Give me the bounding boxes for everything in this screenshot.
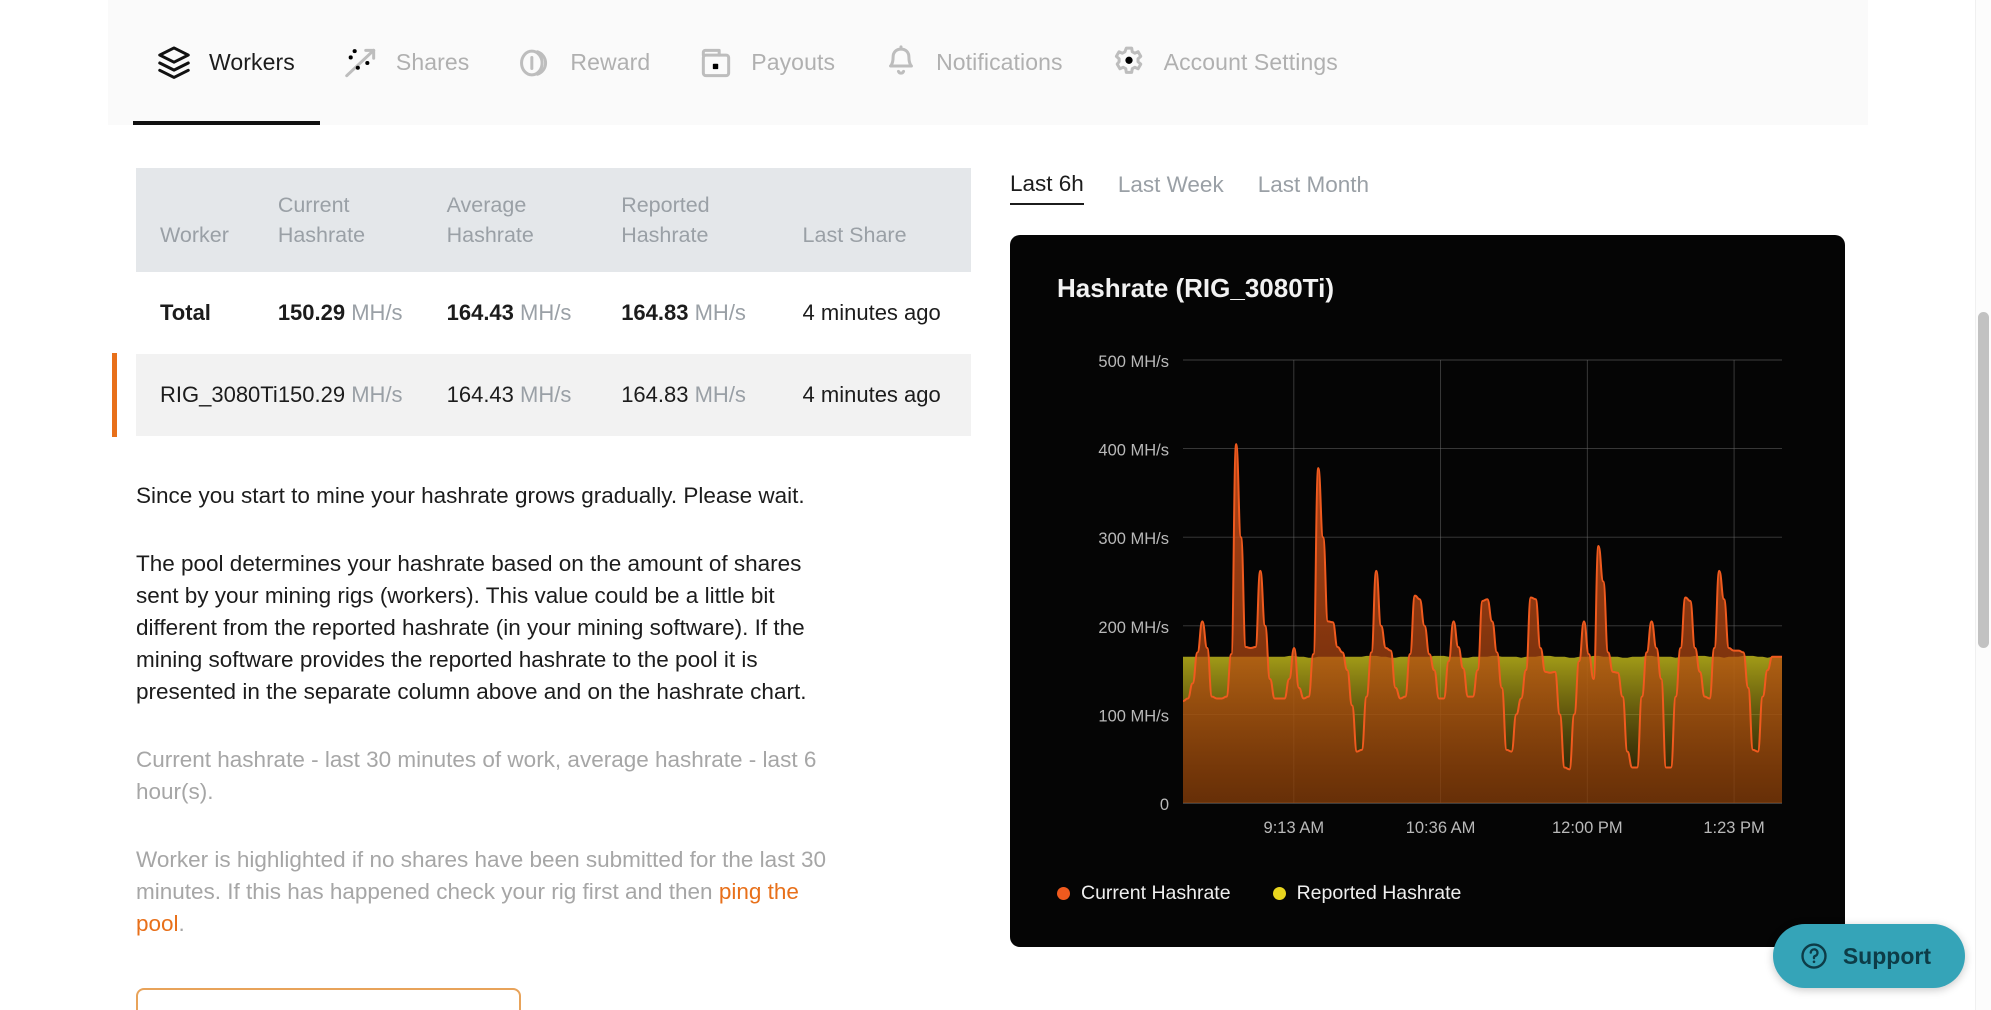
highlight-rule-text-after: .: [178, 911, 185, 936]
range-tab-last-month[interactable]: Last Month: [1258, 172, 1369, 204]
workers-panel: Worker Current Hashrate Average Hashrate…: [112, 168, 971, 940]
coins-icon: [516, 44, 554, 82]
info-paragraph-highlight-rule: Worker is highlighted if no shares have …: [136, 844, 826, 940]
shares-scatter-icon: [342, 44, 380, 82]
nav-tab-notifications[interactable]: Notifications: [860, 0, 1088, 125]
cell-current-hashrate: 150.29 MH/s: [278, 354, 447, 436]
y-axis-tick-label: 400 MH/s: [1098, 442, 1169, 460]
cell-worker-name: RIG_3080Ti: [112, 353, 278, 437]
nav-tab-label: Account Settings: [1163, 49, 1338, 75]
question-circle-icon: [1799, 941, 1829, 971]
column-header-worker: Worker: [160, 223, 229, 247]
chart-panel: Last 6h Last Week Last Month Hashrate (R…: [1010, 168, 1845, 947]
workers-table: Worker Current Hashrate Average Hashrate…: [112, 168, 971, 437]
value: 164.43: [446, 300, 514, 325]
legend-dot-icon: [1272, 887, 1286, 900]
range-tab-last-week[interactable]: Last Week: [1118, 172, 1224, 204]
page-scrollbar-track[interactable]: [1975, 0, 1991, 1010]
nav-tab-workers[interactable]: Workers: [133, 0, 320, 125]
gear-icon: [1110, 44, 1148, 82]
workers-table-header: Worker Current Hashrate Average Hashrate…: [136, 168, 971, 272]
column-header-reported-hashrate: Reported Hashrate: [621, 193, 710, 247]
unit-label: MH/s: [351, 300, 403, 325]
legend-label: Reported Hashrate: [1296, 882, 1462, 904]
nav-tab-label: Workers: [209, 49, 295, 75]
unit-label: MH/s: [694, 382, 746, 407]
y-axis-tick-label: 500 MH/s: [1098, 353, 1169, 371]
y-axis-tick-label: 100 MH/s: [1098, 707, 1169, 725]
unit-label: MH/s: [520, 382, 572, 407]
nav-tab-shares[interactable]: Shares: [320, 0, 494, 125]
wallet-icon: [697, 44, 735, 82]
cell-last-share: 4 minutes ago: [802, 382, 941, 407]
layers-icon: [155, 44, 193, 82]
nav-tab-label: Reward: [570, 49, 651, 75]
unit-label: MH/s: [694, 300, 746, 325]
value: 150.29: [277, 382, 346, 407]
nav-tab-payouts[interactable]: Payouts: [675, 0, 860, 125]
cell-average-hashrate: 164.43 MH/s: [447, 354, 622, 436]
value: 150.29: [277, 300, 346, 325]
hashrate-area-chart[interactable]: 0 100 MH/s 200 MH/s 300 MH/s 400 MH/s 500 MH/…: [1010, 235, 1845, 947]
table-header-row: Worker Current Hashrate Average Hashrate…: [136, 168, 971, 272]
cell-current-hashrate: 150.29 MH/s: [278, 272, 447, 354]
y-axis-tick-label: 200 MH/s: [1098, 619, 1169, 637]
info-paragraph-hashrate-window: Current hashrate - last 30 minutes of wo…: [136, 747, 817, 804]
table-row-worker[interactable]: RIG_3080Ti 150.29 MH/s 164.43 MH/s 164.8…: [112, 353, 971, 437]
chart-range-tabs: Last 6h Last Week Last Month: [1010, 168, 1845, 208]
nav-tab-account-settings[interactable]: Account Settings: [1088, 0, 1363, 125]
column-header-current-hashrate: Current Hashrate: [277, 193, 366, 247]
range-tab-last-6h[interactable]: Last 6h: [1010, 171, 1084, 205]
table-row-total[interactable]: Total 150.29 MH/s 164.43 MH/s 164.83 MH/…: [136, 272, 971, 354]
legend-dot-icon: [1057, 887, 1070, 900]
x-axis-tick-label: 9:13 AM: [1264, 819, 1325, 837]
value: 164.83: [621, 300, 689, 325]
workers-table-body: Total 150.29 MH/s 164.43 MH/s 164.83 MH/…: [112, 272, 971, 437]
y-axis-tick-label: 300 MH/s: [1098, 530, 1169, 548]
cell-reported-hashrate: 164.83 MH/s: [621, 272, 802, 354]
nav-tab-label: Shares: [395, 49, 470, 75]
x-axis-tick-label: 1:23 PM: [1703, 819, 1764, 837]
support-button-label: Support: [1842, 942, 1931, 969]
info-paragraph-pool-determines: The pool determines your hashrate based …: [136, 551, 807, 704]
nav-tab-label: Notifications: [936, 49, 1063, 75]
cell-last-share: 4 minutes ago: [802, 300, 941, 325]
support-button[interactable]: Support: [1772, 924, 1965, 988]
legend-item-current-hashrate: Current Hashrate: [1057, 882, 1231, 905]
column-header-last-share: Last Share: [802, 223, 907, 247]
cell-reported-hashrate: 164.83 MH/s: [621, 354, 802, 436]
main-navigation: Workers Shares Reward Payouts Notificati…: [108, 0, 1868, 125]
unit-label: MH/s: [351, 382, 403, 407]
cell-average-hashrate: 164.43 MH/s: [447, 272, 622, 354]
value: 164.83: [621, 382, 689, 407]
page-scrollbar-thumb[interactable]: [1978, 312, 1989, 648]
value: 164.43: [446, 382, 514, 407]
legend-item-reported-hashrate: Reported Hashrate: [1272, 882, 1462, 905]
nav-tab-label: Payouts: [751, 49, 836, 75]
chart-legend: Current Hashrate Reported Hashrate: [1057, 882, 1461, 905]
x-axis-tick-label: 12:00 PM: [1552, 819, 1623, 837]
page-left-margin: [0, 0, 108, 125]
cell-worker-name: Total: [160, 300, 211, 325]
y-axis-tick-label: 0: [1160, 796, 1169, 814]
info-paragraph-growth: Since you start to mine your hashrate gr…: [136, 483, 805, 508]
x-axis-tick-label: 10:36 AM: [1406, 819, 1476, 837]
bell-icon: [882, 44, 920, 82]
legend-label: Current Hashrate: [1081, 882, 1231, 904]
unit-label: MH/s: [520, 300, 572, 325]
column-header-average-hashrate: Average Hashrate: [446, 193, 534, 247]
nav-tab-reward[interactable]: Reward: [494, 0, 675, 125]
bottom-outlined-panel[interactable]: [136, 988, 521, 1010]
hashrate-chart-card: Hashrate (RIG_3080Ti) 0 100 MH/s 200 MH/s 3…: [1010, 235, 1845, 947]
